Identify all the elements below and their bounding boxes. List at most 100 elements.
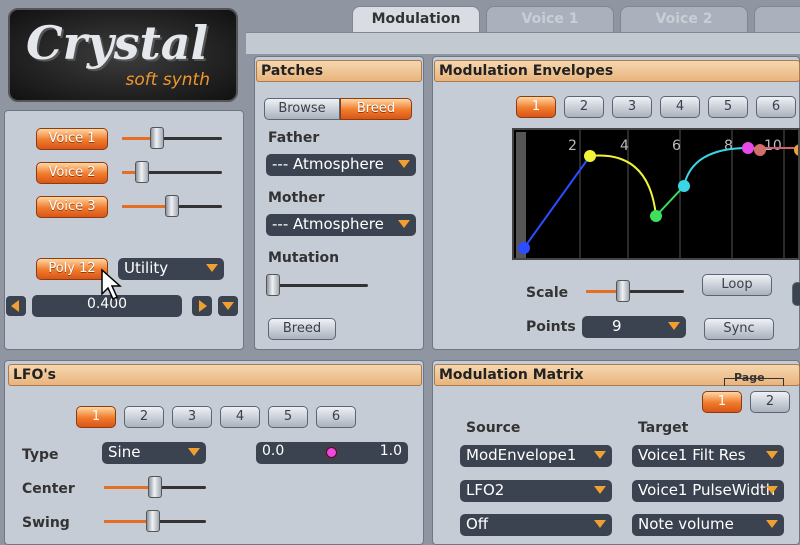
lfo-number-6[interactable]: 6 bbox=[316, 406, 356, 428]
envelope-point[interactable] bbox=[518, 242, 530, 254]
lfo-center-knob[interactable] bbox=[148, 476, 162, 498]
lfo-type-value: Sine bbox=[108, 443, 141, 461]
logo: Crystal soft synth bbox=[8, 8, 238, 102]
breed-button[interactable]: Breed bbox=[268, 318, 336, 340]
lfo-range-marker[interactable] bbox=[326, 447, 337, 458]
envelope-point[interactable] bbox=[754, 144, 766, 156]
source-value-2: LFO2 bbox=[466, 481, 505, 499]
scale-knob[interactable] bbox=[616, 280, 630, 302]
sync-button[interactable]: Sync bbox=[704, 318, 774, 340]
envelope-segment bbox=[589, 154, 657, 217]
voice-2-button[interactable]: Voice 2 bbox=[36, 162, 108, 184]
points-select[interactable]: 9 bbox=[582, 316, 686, 338]
envelope-point[interactable] bbox=[742, 142, 754, 154]
chevron-down-icon bbox=[594, 451, 606, 459]
lfo-number-4[interactable]: 4 bbox=[220, 406, 260, 428]
chevron-down-icon bbox=[668, 322, 680, 330]
chevron-down-icon bbox=[222, 302, 234, 310]
lfo-number-5[interactable]: 5 bbox=[268, 406, 308, 428]
lfo-header: LFO's bbox=[8, 364, 422, 386]
target-select-1[interactable]: Voice1 Filt Res bbox=[632, 445, 784, 467]
source-value-1: ModEnvelope1 bbox=[466, 446, 577, 464]
lfo-range-max: 1.0 bbox=[379, 443, 402, 459]
lfo-number-3[interactable]: 3 bbox=[172, 406, 212, 428]
envelope-point[interactable] bbox=[678, 180, 690, 192]
logo-subtitle: soft synth bbox=[125, 70, 210, 90]
chevron-down-icon bbox=[594, 486, 606, 494]
arrow-left-button[interactable] bbox=[6, 296, 26, 316]
lfo-number-1[interactable]: 1 bbox=[76, 406, 116, 428]
envelope-graph[interactable]: 2 4 6 8 10 bbox=[512, 128, 800, 260]
envelope-number-2[interactable]: 2 bbox=[564, 96, 604, 118]
chevron-down-icon bbox=[398, 220, 410, 228]
voice-3-button[interactable]: Voice 3 bbox=[36, 196, 108, 218]
envelope-number-4[interactable]: 4 bbox=[660, 96, 700, 118]
envelope-point[interactable] bbox=[794, 144, 800, 156]
axis-tick-8: 8 bbox=[724, 138, 733, 154]
points-label: Points bbox=[526, 319, 576, 335]
browse-button[interactable]: Browse bbox=[264, 98, 340, 120]
extra-button[interactable] bbox=[792, 282, 800, 306]
preset-select-value: Utility bbox=[124, 259, 169, 277]
source-select-2[interactable]: LFO2 bbox=[460, 480, 612, 502]
mother-select[interactable]: --- Atmosphere bbox=[266, 214, 416, 236]
lfo-range-min: 0.0 bbox=[262, 443, 285, 459]
scale-label: Scale bbox=[526, 285, 569, 301]
envelope-number-1[interactable]: 1 bbox=[516, 96, 556, 118]
lfo-number-2[interactable]: 2 bbox=[124, 406, 164, 428]
lfo-type-select[interactable]: Sine bbox=[102, 442, 206, 464]
voice-3-knob[interactable] bbox=[165, 195, 179, 217]
chevron-down-icon bbox=[188, 448, 200, 456]
axis-tick-2: 2 bbox=[568, 138, 577, 154]
lfo-type-label: Type bbox=[22, 447, 59, 463]
source-select-3[interactable]: Off bbox=[460, 514, 612, 536]
poly-button[interactable]: Poly 12 bbox=[36, 258, 108, 280]
mutation-slider[interactable] bbox=[272, 284, 368, 287]
breed-tab-button[interactable]: Breed bbox=[340, 98, 412, 120]
tab-bar: Modulation Voice 1 Voice 2 bbox=[246, 0, 800, 34]
envelope-number-3[interactable]: 3 bbox=[612, 96, 652, 118]
voice-2-knob[interactable] bbox=[135, 161, 149, 183]
envelope-point[interactable] bbox=[650, 210, 662, 222]
tab-voice-1[interactable]: Voice 1 bbox=[486, 6, 614, 32]
arrow-right-button[interactable] bbox=[192, 296, 212, 316]
father-label: Father bbox=[268, 130, 320, 146]
axis-tick-4: 4 bbox=[620, 138, 629, 154]
envelope-point[interactable] bbox=[584, 150, 596, 162]
target-value-1: Voice1 Filt Res bbox=[638, 446, 746, 464]
father-select-value: --- Atmosphere bbox=[272, 155, 384, 173]
voice-1-knob[interactable] bbox=[150, 127, 164, 149]
envelope-number-5[interactable]: 5 bbox=[708, 96, 748, 118]
voice-3-fill bbox=[122, 205, 170, 208]
preset-select[interactable]: Utility bbox=[118, 258, 224, 280]
page-2-button[interactable]: 2 bbox=[750, 391, 790, 413]
lfo-swing-knob[interactable] bbox=[146, 510, 160, 532]
envelope-graph-svg: 2 4 6 8 10 bbox=[516, 130, 800, 258]
source-select-1[interactable]: ModEnvelope1 bbox=[460, 445, 612, 467]
envelope-number-6[interactable]: 6 bbox=[756, 96, 796, 118]
father-select[interactable]: --- Atmosphere bbox=[266, 154, 416, 176]
arrow-right-icon bbox=[199, 300, 207, 312]
arrow-left-icon bbox=[11, 300, 19, 312]
chevron-down-icon bbox=[766, 520, 778, 528]
mutation-knob[interactable] bbox=[266, 274, 280, 296]
graph-start-bar bbox=[516, 132, 526, 258]
mother-select-value: --- Atmosphere bbox=[272, 215, 384, 233]
lfo-swing-label: Swing bbox=[22, 515, 70, 531]
tab-voice-2[interactable]: Voice 2 bbox=[620, 6, 748, 32]
voice-1-slider[interactable] bbox=[122, 137, 222, 140]
mouse-cursor-icon bbox=[101, 268, 122, 301]
mod-envelopes-header: Modulation Envelopes bbox=[434, 60, 800, 82]
page-1-button[interactable]: 1 bbox=[702, 391, 742, 413]
tab-modulation[interactable]: Modulation bbox=[352, 6, 480, 32]
loop-button[interactable]: Loop bbox=[702, 274, 772, 296]
voice-1-button[interactable]: Voice 1 bbox=[36, 128, 108, 150]
lfo-center-fill bbox=[104, 486, 150, 489]
target-select-2[interactable]: Voice1 PulseWidth bbox=[632, 480, 784, 502]
target-select-3[interactable]: Note volume bbox=[632, 514, 784, 536]
dropdown-button[interactable] bbox=[218, 296, 238, 316]
axis-tick-10: 10 bbox=[764, 138, 782, 154]
scale-slider[interactable] bbox=[586, 290, 684, 293]
tab-voice-3[interactable] bbox=[754, 6, 800, 32]
lfo-range-slider[interactable]: 0.0 1.0 bbox=[256, 442, 408, 464]
